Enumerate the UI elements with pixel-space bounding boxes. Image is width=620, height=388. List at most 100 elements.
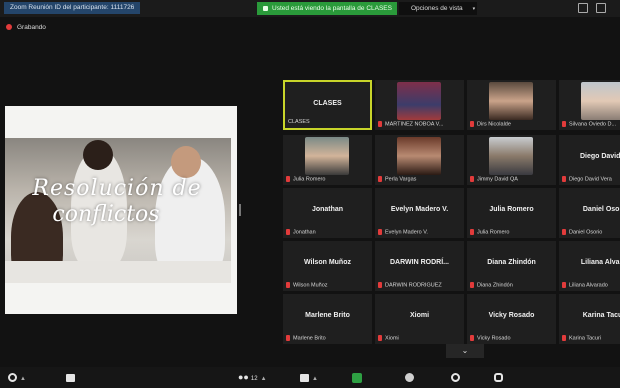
participant-label: Jonathan [286, 228, 316, 235]
view-options-button[interactable]: Opciones de vista ▾ [399, 2, 477, 15]
recording-indicator[interactable]: Grabando [6, 22, 46, 34]
participants-icon: ●● [238, 372, 249, 382]
chat-icon [300, 373, 309, 382]
participant-tile[interactable]: Liliana Alvara Liliana Alvarado [559, 241, 620, 291]
participant-label-text: Vicky Rosado [477, 335, 511, 341]
participant-tile[interactable]: Vicky Rosado Vicky Rosado [467, 294, 556, 344]
participant-label-text: Jimmy David QA [477, 176, 518, 182]
participant-tile[interactable]: Karina Tacui Karina Tacuri [559, 294, 620, 344]
participant-label: Perla Vargas [378, 175, 417, 182]
slide-title: Resolución de conflictos [5, 176, 237, 228]
participant-tile[interactable]: Marlene Brito Marlene Brito [283, 294, 372, 344]
participant-tile[interactable]: Julia Romero [283, 135, 372, 185]
reactions-button[interactable] [451, 371, 460, 383]
participant-label-text: Liliana Alvarado [569, 282, 608, 288]
participant-tile[interactable]: Xiomi Xiomi [375, 294, 464, 344]
participant-tile[interactable]: Evelyn Madero V. Evelyn Madero V. [375, 188, 464, 238]
participant-label-text: Diana Zhindón [477, 282, 513, 288]
meeting-toolbar: ▲ ●● 12 ▲ ▲ [0, 367, 620, 388]
muted-mic-icon [286, 281, 290, 288]
participant-label: Julia Romero [286, 175, 325, 182]
participant-label-text: Karina Tacuri [569, 335, 601, 341]
fullscreen-icon[interactable] [596, 3, 606, 13]
participant-label-text: Xiomi [385, 335, 399, 341]
participant-label-text: Wilson Muñoz [293, 282, 328, 288]
participant-label-text: Evelyn Madero V. [385, 229, 428, 235]
participant-name: Liliana Alvara [580, 259, 620, 266]
participants-button[interactable]: ●● 12 ▲ [238, 371, 267, 385]
muted-mic-icon [562, 175, 566, 182]
participant-video [397, 137, 441, 175]
participant-label-text: Silvana Oviedo D... [569, 121, 617, 127]
participant-tile[interactable]: Diana Zhindón Diana Zhindón [467, 241, 556, 291]
minimize-icon[interactable] [578, 3, 588, 13]
record-icon [405, 373, 414, 383]
muted-mic-icon [470, 334, 474, 341]
participant-video [581, 82, 620, 120]
muted-mic-icon [378, 334, 382, 341]
participant-label-text: Diego David Vera [569, 176, 612, 182]
microphone-icon [8, 373, 17, 383]
participant-label: Vicky Rosado [470, 334, 511, 341]
participant-tile[interactable]: Silvana Oviedo D... [559, 80, 620, 130]
audio-button[interactable]: ▲ [8, 371, 26, 385]
shared-screen-slide: Resolución de conflictos [5, 106, 237, 314]
participant-label-text: MARTINEZ NOBOA V... [385, 121, 444, 127]
muted-mic-icon [378, 228, 382, 235]
screen-share-text: Usted está viendo la pantalla de CLASES [272, 5, 392, 12]
recording-label: Grabando [17, 24, 46, 31]
participant-tile[interactable]: Wilson Muñoz Wilson Muñoz [283, 241, 372, 291]
participant-label: Marlene Brito [286, 334, 326, 341]
participant-label-text: Perla Vargas [385, 176, 417, 182]
participant-video [397, 82, 441, 120]
participant-label: CLASES [288, 119, 310, 125]
video-button[interactable] [66, 371, 75, 383]
record-button[interactable] [405, 371, 414, 383]
share-screen-icon [352, 372, 362, 383]
participant-tile[interactable]: CLASES CLASES [283, 80, 372, 130]
meeting-id-label[interactable]: Zoom Reunión ID del participante: 111172… [4, 2, 141, 14]
participant-tile[interactable]: Julia Romero Julia Romero [467, 188, 556, 238]
split-view-handle[interactable] [239, 204, 241, 216]
participant-tile[interactable]: Daniel Osori Daniel Osorio [559, 188, 620, 238]
participant-tile[interactable]: Perla Vargas [375, 135, 464, 185]
participant-label: Julia Romero [470, 228, 509, 235]
muted-mic-icon [470, 281, 474, 288]
apps-icon [494, 373, 503, 383]
muted-mic-icon [470, 175, 474, 182]
screen-share-banner: Usted está viendo la pantalla de CLASES [257, 2, 397, 15]
participant-tile[interactable]: DARWIN RODRÍ... DARWIN RODRIGUEZ [375, 241, 464, 291]
apps-button[interactable] [494, 371, 503, 383]
recording-dot-icon [6, 24, 12, 31]
muted-mic-icon [562, 334, 566, 341]
participant-label: Silvana Oviedo D... [562, 120, 617, 127]
reactions-icon [451, 373, 460, 383]
more-participants-chevron-icon[interactable]: ⌄ [446, 344, 484, 358]
participant-video [305, 137, 349, 175]
participant-tile[interactable]: MARTINEZ NOBOA V... [375, 80, 464, 130]
participant-tile[interactable]: Dirs Nicolalde [467, 80, 556, 130]
muted-mic-icon [286, 175, 290, 182]
chat-button[interactable]: ▲ [300, 371, 318, 385]
participant-label: Diana Zhindón [470, 281, 513, 288]
muted-mic-icon [562, 120, 566, 127]
slide-title-line-1: Resolución de [32, 176, 202, 201]
muted-mic-icon [378, 281, 382, 288]
participant-tile[interactable]: Diego David V Diego David Vera [559, 135, 620, 185]
participant-name: Julia Romero [489, 206, 534, 213]
slide-title-line-2: conflictos [52, 202, 160, 227]
participant-name: Evelyn Madero V. [390, 206, 449, 213]
participant-label: MARTINEZ NOBOA V... [378, 120, 444, 127]
zoom-meeting-window: Zoom Reunión ID del participante: 111172… [0, 0, 620, 388]
participant-name: CLASES [313, 100, 342, 107]
participant-tile[interactable]: Jonathan Jonathan [283, 188, 372, 238]
participant-label: Jimmy David QA [470, 175, 518, 182]
participant-tile[interactable]: Jimmy David QA [467, 135, 556, 185]
view-options-label: Opciones de vista [411, 5, 463, 12]
participant-label: Wilson Muñoz [286, 281, 328, 288]
muted-mic-icon [562, 228, 566, 235]
participant-label-text: CLASES [288, 119, 310, 125]
participant-name: Jonathan [311, 206, 344, 213]
participant-video [489, 137, 533, 175]
share-screen-button[interactable] [352, 371, 362, 383]
